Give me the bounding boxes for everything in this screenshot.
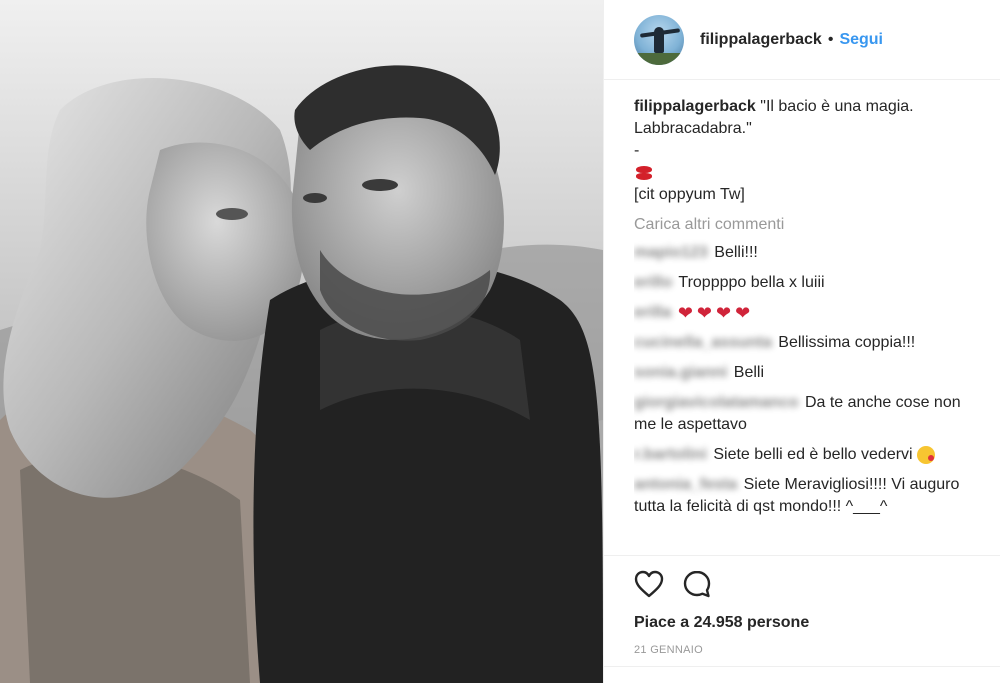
post-actions: Piace a 24.958 persone 21 GENNAIO (604, 555, 1000, 656)
caption-line-1: "Il bacio è una magia. (760, 98, 914, 115)
instagram-post: filippalagerback • Segui filippalagerbac… (0, 0, 1000, 683)
list-item: r.bartolini Siete belli ed è bello veder… (634, 444, 974, 466)
header-username[interactable]: filippalagerback (700, 31, 822, 49)
comment-username[interactable]: antonia_festa (634, 474, 737, 496)
hearts-group: ❤ ❤ ❤ ❤ (678, 304, 750, 322)
post-header: filippalagerback • Segui (604, 0, 1000, 80)
comment-username[interactable]: giorgiavicolatamanco (634, 392, 799, 414)
divider (604, 666, 1000, 667)
kiss-mark-icon (634, 165, 654, 181)
follow-button[interactable]: Segui (839, 31, 883, 49)
header-separator: • (827, 30, 834, 48)
kissing-face-icon (917, 445, 936, 464)
post-date[interactable]: 21 GENNAIO (634, 644, 1000, 656)
comments-list[interactable]: filippalagerback "Il bacio è una magia. … (634, 96, 974, 554)
heart-outline-icon[interactable] (634, 570, 664, 603)
list-item: sonia.gianni Belli (634, 362, 974, 384)
list-item: erilla ❤ ❤ ❤ ❤ (634, 302, 974, 324)
heart-emoji-icon: ❤ (696, 302, 712, 323)
comment-text: Bellissima coppia!!! (778, 334, 916, 351)
caption-line-3: - (634, 142, 640, 159)
caption-line-2: Labbracadabra." (634, 120, 752, 137)
comment-username[interactable]: erillo (634, 272, 672, 294)
comment-username[interactable]: mapio123 (634, 242, 708, 264)
comment-text: Belli (733, 364, 765, 381)
heart-emoji-icon: ❤ (735, 302, 751, 323)
post-side-panel: filippalagerback • Segui filippalagerbac… (603, 0, 1000, 683)
caption-username[interactable]: filippalagerback (634, 98, 756, 115)
comment-text: Belli!!! (714, 244, 758, 261)
comment-username[interactable]: erilla (634, 302, 671, 324)
list-item: mapio123 Belli!!! (634, 242, 974, 264)
heart-emoji-icon: ❤ (716, 302, 732, 323)
list-item: antonia_festa Siete Meravigliosi!!!! Vi … (634, 474, 974, 518)
list-item: cucinella_assunta Bellissima coppia!!! (634, 332, 974, 354)
comment-text: Troppppo bella x luiii (678, 274, 825, 291)
comment-username[interactable]: sonia.gianni (634, 362, 727, 384)
list-item: giorgiavicolatamanco Da te anche cose no… (634, 392, 974, 436)
likes-count[interactable]: Piace a 24.958 persone (634, 614, 1000, 632)
avatar[interactable] (634, 14, 684, 65)
comment-username[interactable]: cucinella_assunta (634, 332, 772, 354)
comment-text: Siete belli ed è bello vedervi (713, 446, 913, 463)
comment-bubble-icon[interactable] (682, 569, 712, 604)
post-caption: filippalagerback "Il bacio è una magia. … (634, 96, 974, 206)
load-more-comments-button[interactable]: Carica altri commenti (634, 214, 974, 236)
couple-photo-illustration (0, 0, 603, 683)
list-item: erillo Troppppo bella x luiii (634, 272, 974, 294)
caption-line-5: [cit oppyum Tw] (634, 186, 745, 203)
post-photo[interactable] (0, 0, 603, 683)
comment-username[interactable]: r.bartolini (634, 444, 707, 466)
heart-emoji-icon: ❤ (677, 302, 693, 323)
